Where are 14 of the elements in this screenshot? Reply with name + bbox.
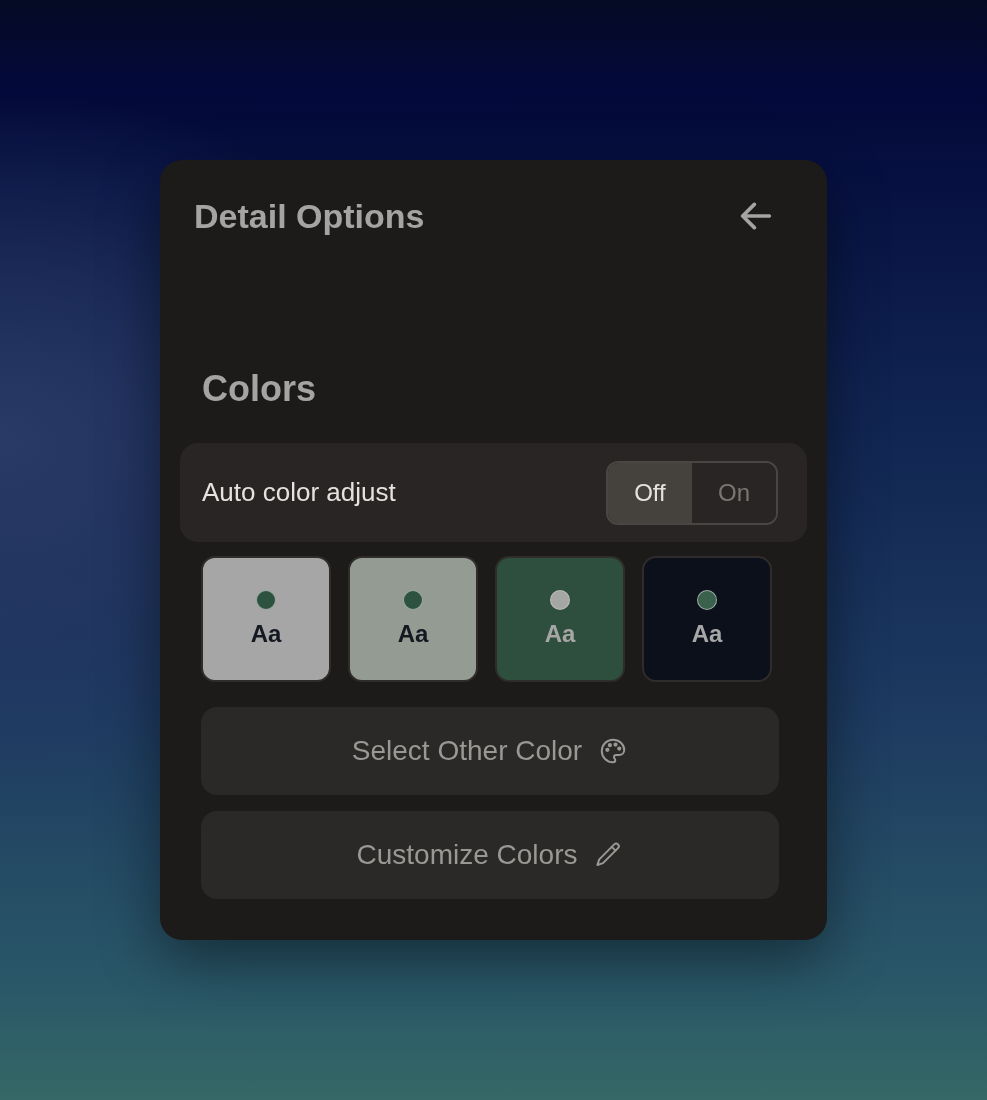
setting-label: Auto color adjust xyxy=(202,477,396,508)
action-button[interactable]: Select Other Color xyxy=(201,707,779,795)
sample-text: Aa xyxy=(397,620,429,648)
sample-text: Aa xyxy=(544,620,576,648)
color-swatch[interactable]: Aa xyxy=(495,556,625,682)
color-swatch[interactable]: Aa xyxy=(348,556,478,682)
section-title: Colors xyxy=(202,367,317,411)
sample-text: Aa xyxy=(691,620,723,648)
panel-title: Detail Options xyxy=(194,196,425,236)
color-swatch[interactable]: Aa xyxy=(642,556,772,682)
toggle-option[interactable]: Off xyxy=(608,462,692,523)
action-button[interactable]: Customize Colors xyxy=(201,811,779,899)
color-swatch[interactable]: Aa xyxy=(201,556,331,682)
sample-text: Aa xyxy=(250,620,282,648)
